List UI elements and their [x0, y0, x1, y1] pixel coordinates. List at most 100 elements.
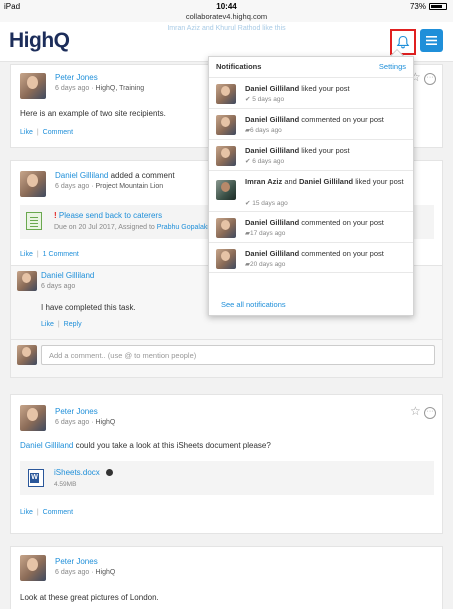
status-bar: iPad 10:44 collaboratev4.highq.com 73%	[0, 0, 453, 22]
post-meta: 6 days ago · HighQ, Training	[55, 85, 145, 92]
notification-time-text: 15 days ago	[252, 200, 288, 207]
avatar	[216, 146, 236, 166]
task-assignee[interactable]: Prabhu Gopalakri	[157, 224, 211, 231]
notification-time: ▰6 days ago	[245, 126, 282, 134]
notification-text: Daniel Gilliland commented on your post	[245, 218, 409, 228]
notification-time-text: 6 days ago	[252, 158, 285, 165]
notification-time-text: 17 days ago	[250, 230, 286, 237]
battery-status: 73%	[410, 2, 447, 11]
notification-item[interactable]: Daniel Gilliland liked your post ✔ 5 day…	[209, 77, 413, 108]
notification-action: liked your post	[355, 177, 404, 186]
post-body-text: could you take a look at this iSheets do…	[75, 441, 271, 450]
notification-time: ✔ 6 days ago	[245, 158, 285, 165]
post-actions: Like | Comment	[20, 129, 74, 136]
notification-item[interactable]: Daniel Gilliland liked your post ✔ 6 day…	[209, 139, 413, 170]
post-context[interactable]: HighQ	[95, 569, 115, 576]
like-link[interactable]: Like	[20, 509, 33, 516]
word-document-icon	[28, 469, 44, 487]
avatar[interactable]	[17, 271, 37, 291]
avatar	[17, 345, 37, 365]
notification-action: commented on your post	[301, 218, 384, 227]
file-attachment[interactable]: iSheets.docx 4.59MB	[20, 461, 434, 495]
notification-item[interactable]: Imran Aziz and Daniel Gilliland liked yo…	[209, 170, 413, 211]
post-author[interactable]: Peter Jones	[55, 407, 98, 416]
mention-link[interactable]: Daniel Gilliland	[20, 441, 73, 450]
post-context[interactable]: Project Mountain Lion	[95, 183, 163, 190]
notification-item[interactable]: Daniel Gilliland commented on your post …	[209, 242, 413, 273]
post-author[interactable]: Peter Jones	[55, 557, 98, 566]
notification-action: liked your post	[301, 84, 350, 93]
comments-count-link[interactable]: 1 Comment	[43, 251, 79, 258]
see-all-notifications-link[interactable]: See all notifications	[221, 300, 286, 309]
notifications-settings-link[interactable]: Settings	[379, 62, 406, 71]
post-time: 6 days ago	[55, 569, 90, 576]
star-icon[interactable]: ☆	[410, 404, 421, 418]
avatar[interactable]	[20, 73, 46, 99]
post-actions: Like | 1 Comment	[20, 251, 79, 258]
avatar[interactable]	[20, 171, 46, 197]
post-context[interactable]: HighQ	[95, 419, 115, 426]
comment-input[interactable]: Add a comment.. (use @ to mention people…	[41, 345, 435, 365]
notification-time: ✔ 5 days ago	[245, 96, 285, 103]
notification-time-text: 20 days ago	[250, 261, 286, 268]
comment-link[interactable]: Comment	[43, 509, 73, 516]
post-actions: Like | Comment	[20, 509, 74, 516]
task-due-text: Due on 20 Jul 2017, Assigned to	[54, 224, 155, 231]
file-name[interactable]: iSheets.docx	[54, 468, 100, 477]
clock: 10:44	[216, 2, 237, 11]
avatar	[216, 115, 236, 135]
notification-action: liked your post	[301, 146, 350, 155]
notifications-title: Notifications	[216, 62, 262, 71]
avatar[interactable]	[20, 555, 46, 581]
highq-logo[interactable]: HighQ	[9, 29, 70, 53]
reply-author[interactable]: Daniel Gilliland	[41, 271, 94, 280]
notification-actor-2: Daniel Gilliland	[298, 177, 354, 186]
avatar[interactable]	[20, 405, 46, 431]
post-meta: 6 days ago · Project Mountain Lion	[55, 183, 164, 190]
like-link[interactable]: Like	[41, 321, 54, 328]
notification-action: commented on your post	[301, 249, 384, 258]
post-time: 6 days ago	[55, 85, 90, 92]
post-context[interactable]: HighQ, Training	[95, 85, 144, 92]
notification-text: Daniel Gilliland liked your post	[245, 84, 409, 94]
main-menu-button[interactable]	[420, 29, 443, 52]
more-options-icon[interactable]: ···	[424, 73, 436, 85]
more-options-icon[interactable]: ···	[424, 407, 436, 419]
notification-time: ✔ 15 days ago	[245, 200, 288, 207]
notification-item[interactable]: Daniel Gilliland commented on your post …	[209, 211, 413, 242]
like-link[interactable]: Like	[20, 129, 33, 136]
notification-time-text: 5 days ago	[252, 96, 285, 103]
reply-link[interactable]: Reply	[64, 321, 82, 328]
post-body: Look at these great pictures of London.	[20, 593, 159, 602]
post-author[interactable]: Daniel Gilliland	[55, 171, 108, 180]
post-body: Here is an example of two site recipient…	[20, 109, 166, 118]
notification-action: commented on your post	[301, 115, 384, 124]
notifications-panel: Notifications Settings Daniel Gilliland …	[208, 56, 414, 316]
url-bar[interactable]: collaboratev4.highq.com	[0, 12, 453, 21]
avatar	[216, 180, 236, 200]
priority-icon: !	[54, 211, 57, 220]
notification-actor: Daniel Gilliland	[245, 146, 300, 155]
download-icon[interactable]	[106, 469, 113, 476]
comment-link[interactable]: Comment	[43, 129, 73, 136]
notification-item[interactable]: Daniel Gilliland commented on your post …	[209, 108, 413, 139]
notification-actor: Daniel Gilliland	[245, 84, 300, 93]
bell-icon	[396, 35, 410, 49]
notification-time: ▰20 days ago	[245, 260, 285, 268]
post-body: Daniel Gilliland could you take a look a…	[20, 441, 271, 450]
file-size: 4.59MB	[54, 481, 77, 488]
post-author[interactable]: Peter Jones	[55, 73, 98, 82]
notification-text: Daniel Gilliland commented on your post	[245, 249, 409, 259]
post-time: 6 days ago	[55, 419, 90, 426]
task-title[interactable]: ! Please send back to caterers	[54, 211, 162, 220]
battery-icon	[429, 3, 447, 10]
avatar	[216, 218, 236, 238]
reply-actions: Like | Reply	[41, 321, 82, 328]
post-meta: 6 days ago · HighQ	[55, 419, 116, 426]
notification-text: Daniel Gilliland liked your post	[245, 146, 409, 156]
notification-time: ▰17 days ago	[245, 229, 285, 237]
notification-actor: Daniel Gilliland	[245, 218, 300, 227]
hamburger-icon	[426, 36, 437, 45]
notification-time-text: 6 days ago	[250, 127, 282, 134]
like-link[interactable]: Like	[20, 251, 33, 258]
